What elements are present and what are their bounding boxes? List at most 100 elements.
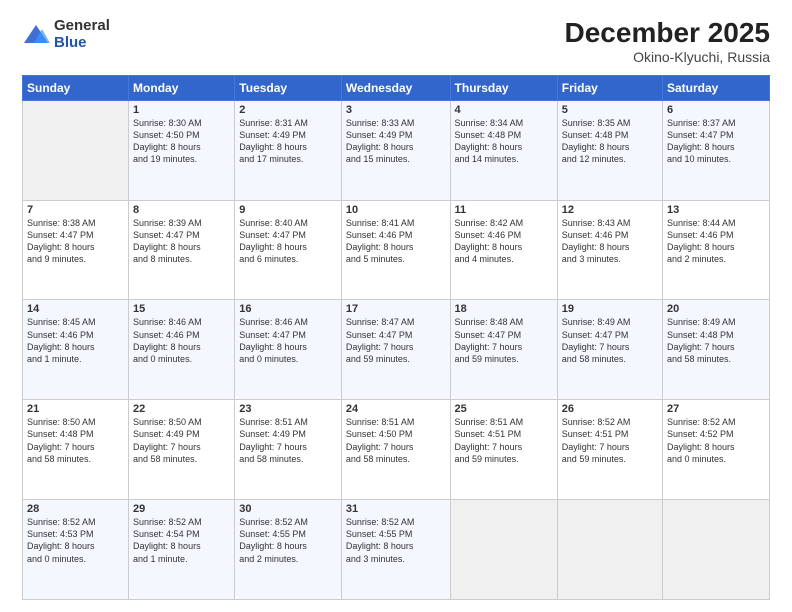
- day-number: 22: [133, 403, 230, 415]
- calendar-cell: 31Sunrise: 8:52 AM Sunset: 4:55 PM Dayli…: [341, 500, 450, 600]
- calendar-cell: 27Sunrise: 8:52 AM Sunset: 4:52 PM Dayli…: [663, 400, 770, 500]
- day-number: 2: [239, 104, 337, 116]
- calendar-cell: 16Sunrise: 8:46 AM Sunset: 4:47 PM Dayli…: [235, 300, 342, 400]
- calendar-cell: 23Sunrise: 8:51 AM Sunset: 4:49 PM Dayli…: [235, 400, 342, 500]
- day-number: 19: [562, 303, 658, 315]
- calendar-cell: [557, 500, 662, 600]
- day-number: 12: [562, 204, 658, 216]
- day-number: 7: [27, 204, 124, 216]
- day-number: 8: [133, 204, 230, 216]
- calendar-cell: 25Sunrise: 8:51 AM Sunset: 4:51 PM Dayli…: [450, 400, 557, 500]
- day-number: 13: [667, 204, 765, 216]
- logo-icon: [22, 21, 50, 49]
- calendar-cell: [23, 100, 129, 200]
- calendar-cell: 6Sunrise: 8:37 AM Sunset: 4:47 PM Daylig…: [663, 100, 770, 200]
- day-content: Sunrise: 8:52 AM Sunset: 4:52 PM Dayligh…: [667, 416, 765, 465]
- day-number: 5: [562, 104, 658, 116]
- day-number: 21: [27, 403, 124, 415]
- day-content: Sunrise: 8:44 AM Sunset: 4:46 PM Dayligh…: [667, 217, 765, 266]
- day-content: Sunrise: 8:37 AM Sunset: 4:47 PM Dayligh…: [667, 117, 765, 166]
- calendar-cell: 3Sunrise: 8:33 AM Sunset: 4:49 PM Daylig…: [341, 100, 450, 200]
- day-number: 4: [455, 104, 553, 116]
- weekday-header-friday: Friday: [557, 75, 662, 100]
- calendar-cell: 19Sunrise: 8:49 AM Sunset: 4:47 PM Dayli…: [557, 300, 662, 400]
- calendar-cell: 13Sunrise: 8:44 AM Sunset: 4:46 PM Dayli…: [663, 200, 770, 300]
- calendar-cell: 2Sunrise: 8:31 AM Sunset: 4:49 PM Daylig…: [235, 100, 342, 200]
- weekday-header-monday: Monday: [129, 75, 235, 100]
- day-content: Sunrise: 8:38 AM Sunset: 4:47 PM Dayligh…: [27, 217, 124, 266]
- day-number: 26: [562, 403, 658, 415]
- day-content: Sunrise: 8:42 AM Sunset: 4:46 PM Dayligh…: [455, 217, 553, 266]
- day-number: 17: [346, 303, 446, 315]
- month-title: December 2025: [565, 18, 770, 49]
- day-content: Sunrise: 8:45 AM Sunset: 4:46 PM Dayligh…: [27, 316, 124, 365]
- calendar-week-row: 1Sunrise: 8:30 AM Sunset: 4:50 PM Daylig…: [23, 100, 770, 200]
- calendar-cell: 12Sunrise: 8:43 AM Sunset: 4:46 PM Dayli…: [557, 200, 662, 300]
- logo: General Blue: [22, 18, 110, 51]
- calendar-cell: 8Sunrise: 8:39 AM Sunset: 4:47 PM Daylig…: [129, 200, 235, 300]
- day-number: 10: [346, 204, 446, 216]
- day-content: Sunrise: 8:52 AM Sunset: 4:55 PM Dayligh…: [239, 516, 337, 565]
- day-number: 1: [133, 104, 230, 116]
- calendar-cell: 15Sunrise: 8:46 AM Sunset: 4:46 PM Dayli…: [129, 300, 235, 400]
- calendar-cell: 26Sunrise: 8:52 AM Sunset: 4:51 PM Dayli…: [557, 400, 662, 500]
- day-content: Sunrise: 8:52 AM Sunset: 4:54 PM Dayligh…: [133, 516, 230, 565]
- day-content: Sunrise: 8:50 AM Sunset: 4:48 PM Dayligh…: [27, 416, 124, 465]
- day-content: Sunrise: 8:46 AM Sunset: 4:46 PM Dayligh…: [133, 316, 230, 365]
- calendar-cell: 1Sunrise: 8:30 AM Sunset: 4:50 PM Daylig…: [129, 100, 235, 200]
- location: Okino-Klyuchi, Russia: [565, 49, 770, 65]
- day-number: 28: [27, 503, 124, 515]
- day-content: Sunrise: 8:43 AM Sunset: 4:46 PM Dayligh…: [562, 217, 658, 266]
- calendar-cell: 21Sunrise: 8:50 AM Sunset: 4:48 PM Dayli…: [23, 400, 129, 500]
- day-content: Sunrise: 8:39 AM Sunset: 4:47 PM Dayligh…: [133, 217, 230, 266]
- day-content: Sunrise: 8:40 AM Sunset: 4:47 PM Dayligh…: [239, 217, 337, 266]
- day-number: 3: [346, 104, 446, 116]
- day-content: Sunrise: 8:35 AM Sunset: 4:48 PM Dayligh…: [562, 117, 658, 166]
- weekday-header-sunday: Sunday: [23, 75, 129, 100]
- weekday-header-thursday: Thursday: [450, 75, 557, 100]
- day-content: Sunrise: 8:34 AM Sunset: 4:48 PM Dayligh…: [455, 117, 553, 166]
- calendar-week-row: 28Sunrise: 8:52 AM Sunset: 4:53 PM Dayli…: [23, 500, 770, 600]
- day-content: Sunrise: 8:49 AM Sunset: 4:47 PM Dayligh…: [562, 316, 658, 365]
- calendar-cell: 7Sunrise: 8:38 AM Sunset: 4:47 PM Daylig…: [23, 200, 129, 300]
- weekday-header-row: SundayMondayTuesdayWednesdayThursdayFrid…: [23, 75, 770, 100]
- day-content: Sunrise: 8:51 AM Sunset: 4:49 PM Dayligh…: [239, 416, 337, 465]
- calendar-cell: 14Sunrise: 8:45 AM Sunset: 4:46 PM Dayli…: [23, 300, 129, 400]
- weekday-header-wednesday: Wednesday: [341, 75, 450, 100]
- logo-blue-label: Blue: [54, 35, 110, 52]
- day-number: 24: [346, 403, 446, 415]
- day-number: 31: [346, 503, 446, 515]
- calendar-cell: 11Sunrise: 8:42 AM Sunset: 4:46 PM Dayli…: [450, 200, 557, 300]
- header: General Blue December 2025 Okino-Klyuchi…: [22, 18, 770, 65]
- calendar-cell: 9Sunrise: 8:40 AM Sunset: 4:47 PM Daylig…: [235, 200, 342, 300]
- day-number: 29: [133, 503, 230, 515]
- title-block: December 2025 Okino-Klyuchi, Russia: [565, 18, 770, 65]
- day-number: 30: [239, 503, 337, 515]
- weekday-header-saturday: Saturday: [663, 75, 770, 100]
- calendar-week-row: 14Sunrise: 8:45 AM Sunset: 4:46 PM Dayli…: [23, 300, 770, 400]
- day-content: Sunrise: 8:52 AM Sunset: 4:51 PM Dayligh…: [562, 416, 658, 465]
- day-content: Sunrise: 8:50 AM Sunset: 4:49 PM Dayligh…: [133, 416, 230, 465]
- day-content: Sunrise: 8:47 AM Sunset: 4:47 PM Dayligh…: [346, 316, 446, 365]
- day-content: Sunrise: 8:46 AM Sunset: 4:47 PM Dayligh…: [239, 316, 337, 365]
- calendar-cell: 10Sunrise: 8:41 AM Sunset: 4:46 PM Dayli…: [341, 200, 450, 300]
- day-number: 14: [27, 303, 124, 315]
- calendar-cell: [450, 500, 557, 600]
- calendar-cell: 24Sunrise: 8:51 AM Sunset: 4:50 PM Dayli…: [341, 400, 450, 500]
- day-content: Sunrise: 8:51 AM Sunset: 4:51 PM Dayligh…: [455, 416, 553, 465]
- day-content: Sunrise: 8:52 AM Sunset: 4:53 PM Dayligh…: [27, 516, 124, 565]
- day-number: 11: [455, 204, 553, 216]
- calendar-cell: 20Sunrise: 8:49 AM Sunset: 4:48 PM Dayli…: [663, 300, 770, 400]
- calendar-cell: 29Sunrise: 8:52 AM Sunset: 4:54 PM Dayli…: [129, 500, 235, 600]
- calendar-cell: [663, 500, 770, 600]
- day-content: Sunrise: 8:52 AM Sunset: 4:55 PM Dayligh…: [346, 516, 446, 565]
- day-content: Sunrise: 8:51 AM Sunset: 4:50 PM Dayligh…: [346, 416, 446, 465]
- day-number: 20: [667, 303, 765, 315]
- day-number: 23: [239, 403, 337, 415]
- calendar-cell: 30Sunrise: 8:52 AM Sunset: 4:55 PM Dayli…: [235, 500, 342, 600]
- calendar-cell: 28Sunrise: 8:52 AM Sunset: 4:53 PM Dayli…: [23, 500, 129, 600]
- calendar-cell: 17Sunrise: 8:47 AM Sunset: 4:47 PM Dayli…: [341, 300, 450, 400]
- calendar-cell: 5Sunrise: 8:35 AM Sunset: 4:48 PM Daylig…: [557, 100, 662, 200]
- day-content: Sunrise: 8:48 AM Sunset: 4:47 PM Dayligh…: [455, 316, 553, 365]
- day-number: 16: [239, 303, 337, 315]
